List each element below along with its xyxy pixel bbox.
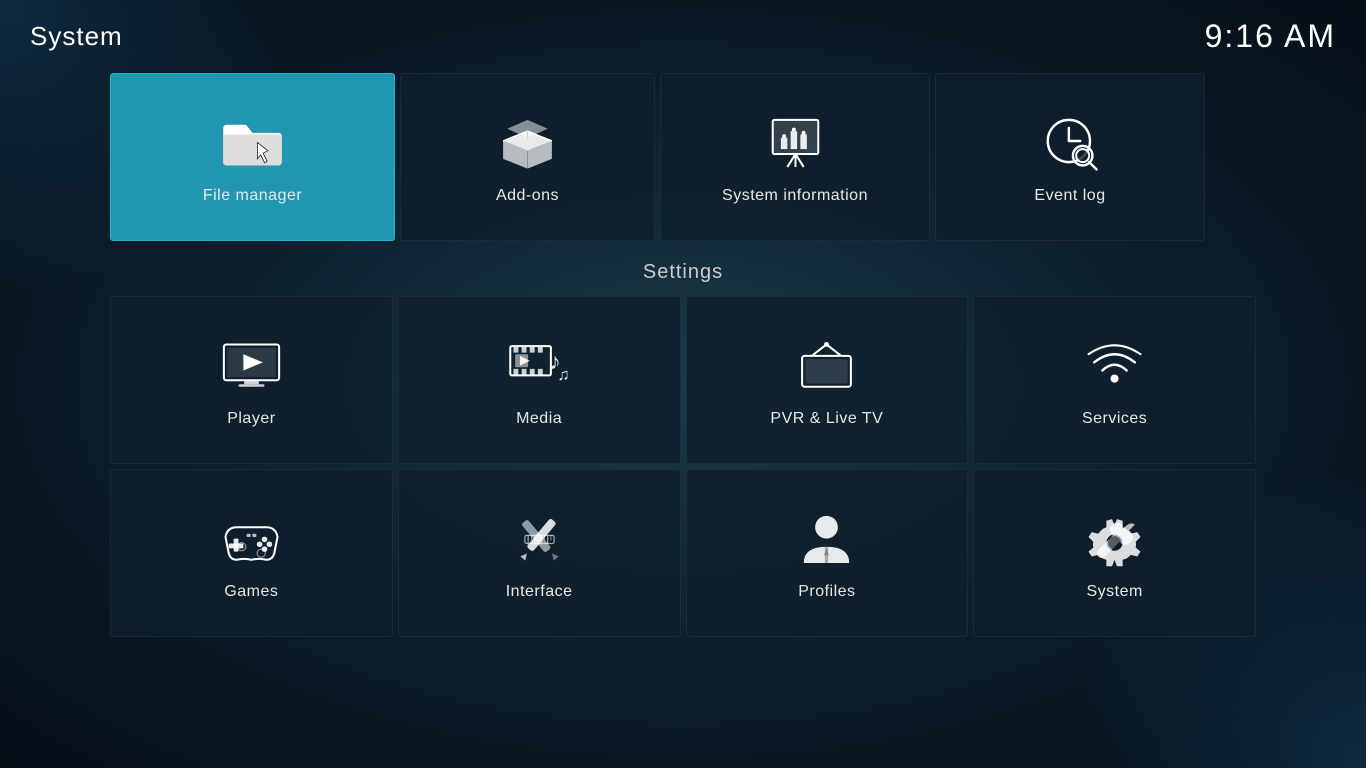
- tile-games-label: Games: [224, 583, 278, 601]
- tile-file-manager[interactable]: File manager: [110, 73, 395, 241]
- clock: 9:16 AM: [1205, 18, 1336, 55]
- tile-interface[interactable]: Interface: [398, 469, 681, 637]
- header: System 9:16 AM: [0, 0, 1366, 73]
- tile-system-information-label: System information: [722, 187, 868, 205]
- tile-event-log-label: Event log: [1034, 187, 1105, 205]
- player-icon: [219, 336, 284, 396]
- settings-row-2: Games Inter: [110, 469, 1256, 637]
- interface-icon: [507, 509, 572, 569]
- main-content: File manager Add-ons: [0, 73, 1366, 637]
- tile-pvr-label: PVR & Live TV: [770, 410, 883, 428]
- page-title: System: [30, 21, 123, 52]
- pvr-icon: [794, 336, 859, 396]
- tile-system-label: System: [1086, 583, 1142, 601]
- settings-heading: Settings: [110, 261, 1256, 284]
- tile-add-ons-label: Add-ons: [496, 187, 559, 205]
- event-log-icon: [1038, 113, 1103, 173]
- tile-pvr-live-tv[interactable]: PVR & Live TV: [686, 296, 969, 464]
- tile-file-manager-label: File manager: [203, 187, 302, 205]
- system-info-icon: [763, 113, 828, 173]
- tile-event-log[interactable]: Event log: [935, 73, 1205, 241]
- tile-media-label: Media: [516, 410, 562, 428]
- tile-player-label: Player: [227, 410, 275, 428]
- tile-profiles-label: Profiles: [798, 583, 855, 601]
- addons-icon: [495, 113, 560, 173]
- profiles-icon: [794, 509, 859, 569]
- tile-system[interactable]: System: [973, 469, 1256, 637]
- media-icon: ♪ ♫: [507, 336, 572, 396]
- svg-text:♫: ♫: [557, 366, 569, 384]
- tile-media[interactable]: ♪ ♫ Media: [398, 296, 681, 464]
- tile-interface-label: Interface: [506, 583, 573, 601]
- tile-player[interactable]: Player: [110, 296, 393, 464]
- tile-add-ons[interactable]: Add-ons: [400, 73, 655, 241]
- top-row: File manager Add-ons: [110, 73, 1256, 241]
- tile-system-information[interactable]: System information: [660, 73, 930, 241]
- games-icon: [219, 509, 284, 569]
- folder-icon: [220, 113, 285, 173]
- settings-row-1: Player ♪ ♫ Media: [110, 296, 1256, 464]
- tile-services[interactable]: Services: [973, 296, 1256, 464]
- system-icon: [1082, 509, 1147, 569]
- tile-games[interactable]: Games: [110, 469, 393, 637]
- tile-services-label: Services: [1082, 410, 1147, 428]
- services-icon: [1082, 336, 1147, 396]
- tile-profiles[interactable]: Profiles: [686, 469, 969, 637]
